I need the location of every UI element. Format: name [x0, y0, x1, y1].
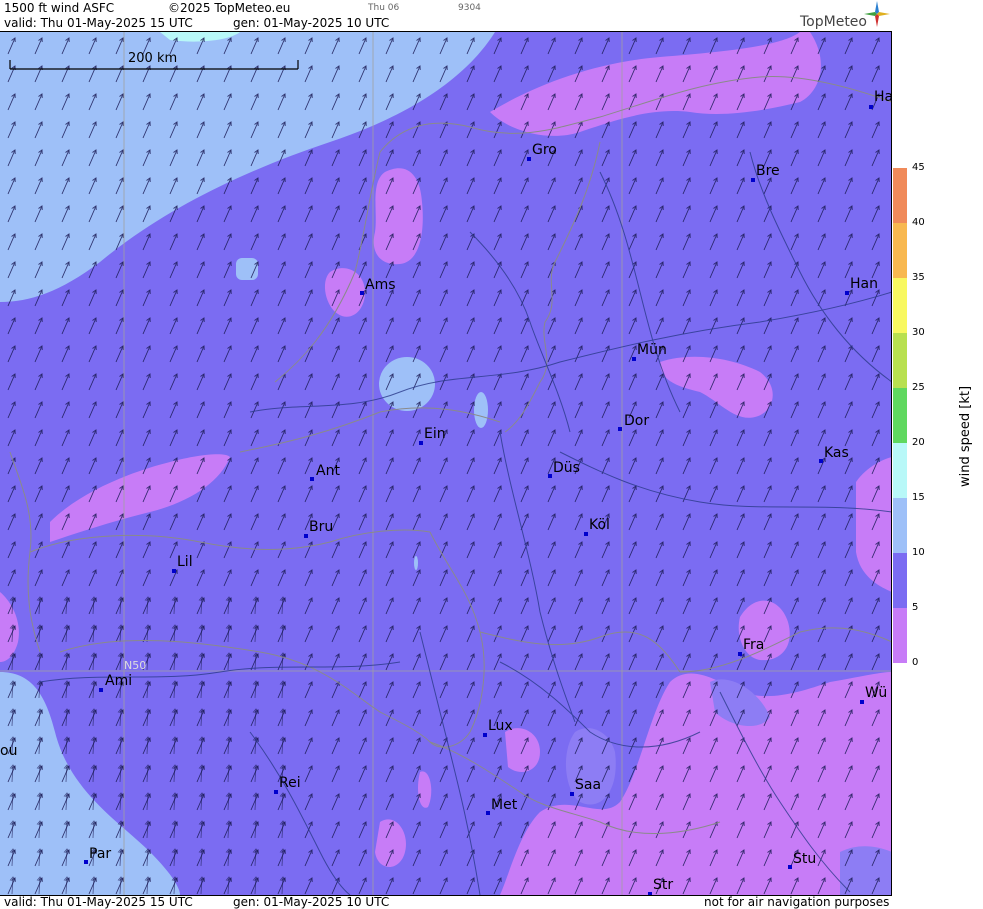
city-marker: [819, 459, 823, 463]
city-marker: [310, 477, 314, 481]
city-marker: [632, 357, 636, 361]
legend-band-25-30: [893, 333, 907, 388]
legend-band-35-40: [893, 223, 907, 278]
city-marker: [618, 427, 622, 431]
day-indicator: Thu 06: [368, 3, 400, 13]
city-marker: [860, 700, 864, 704]
legend-band-20-25: [893, 388, 907, 443]
city-label: Lil: [177, 554, 193, 570]
legend-tick: 0: [912, 657, 919, 668]
city-label: Ami: [105, 673, 133, 689]
legend-band-40-45: [893, 168, 907, 223]
code-indicator: 9304: [458, 3, 481, 13]
city-label: Lux: [488, 718, 513, 734]
city-marker: [751, 178, 755, 182]
wind-map[interactable]: 200 km N50 Gro Bre Ha Ams Han Mün Dor Ei…: [0, 32, 892, 895]
wind-field-svg: [0, 32, 891, 895]
city-label: Rei: [279, 775, 301, 791]
city-label: Dor: [624, 413, 650, 429]
legend-band-5-10: [893, 553, 907, 608]
city-marker: [570, 792, 574, 796]
gen-time: gen: 01-May-2025 10 UTC: [233, 16, 390, 30]
city-label: Met: [491, 797, 518, 813]
copyright: ©2025 TopMeteo.eu: [168, 1, 291, 15]
city-label: Köl: [589, 517, 610, 533]
city-label: Ant: [316, 463, 340, 479]
legend-tick: 35: [912, 272, 925, 283]
city-marker: [483, 733, 487, 737]
city-label: Ein: [424, 426, 446, 442]
city-marker: [869, 105, 873, 109]
city-label: Ams: [365, 277, 396, 293]
city-label: Par: [89, 846, 112, 862]
legend-band-10-15: [893, 498, 907, 553]
chart-title: 1500 ft wind ASFC: [4, 1, 115, 15]
footer-bar: valid: Thu 01-May-2025 15 UTC gen: 01-Ma…: [0, 895, 892, 909]
city-label: Fra: [743, 637, 765, 653]
legend-band-0-5: [893, 608, 907, 663]
city-label: ou: [0, 743, 18, 759]
legend-tick: 25: [912, 382, 925, 393]
city-marker: [788, 865, 792, 869]
city-marker: [548, 474, 552, 478]
compass-star-icon: [864, 1, 890, 27]
footer-disclaimer: not for air navigation purposes: [704, 895, 890, 909]
city-label: Str: [653, 877, 674, 893]
city-marker: [84, 860, 88, 864]
legend-title: wind speed [kt]: [958, 385, 973, 487]
legend-tick: 20: [912, 437, 925, 448]
scale-label: 200 km: [128, 51, 178, 66]
city-label: Düs: [553, 460, 580, 476]
legend-tick: 5: [912, 602, 919, 613]
city-label: Ha: [874, 89, 892, 105]
legend-tick: 30: [912, 327, 925, 338]
legend-tick: 10: [912, 547, 925, 558]
city-marker: [527, 157, 531, 161]
city-marker: [360, 291, 364, 295]
footer-valid-time: valid: Thu 01-May-2025 15 UTC: [4, 895, 193, 909]
legend-band-30-35: [893, 278, 907, 333]
valid-time: valid: Thu 01-May-2025 15 UTC: [4, 16, 193, 30]
legend-tick: 40: [912, 217, 925, 228]
city-marker: [584, 532, 588, 536]
city-label: Gro: [532, 142, 557, 158]
wind-speed-legend: [893, 168, 907, 663]
city-label: Bru: [309, 519, 334, 535]
brand-logo: TopMeteo: [800, 14, 867, 30]
city-marker: [738, 652, 742, 656]
city-label: Mün: [637, 342, 667, 358]
city-marker: [172, 569, 176, 573]
city-label: Kas: [824, 445, 849, 461]
legend-tick: 45: [912, 162, 925, 173]
city-label: Wü: [865, 685, 888, 701]
city-label: Saa: [575, 777, 602, 793]
city-marker: [419, 441, 423, 445]
footer-gen-time: gen: 01-May-2025 10 UTC: [233, 895, 390, 909]
city-label: Han: [850, 276, 878, 292]
grid-label-n50: N50: [124, 659, 147, 672]
city-label: Bre: [756, 163, 780, 179]
city-marker: [99, 688, 103, 692]
city-marker: [845, 291, 849, 295]
city-marker: [274, 790, 278, 794]
city-label: Stu: [793, 851, 817, 867]
city-marker: [304, 534, 308, 538]
header-bar: 1500 ft wind ASFC ©2025 TopMeteo.eu Thu …: [0, 0, 892, 32]
legend-band-15-20: [893, 443, 907, 498]
city-marker: [486, 811, 490, 815]
legend-tick: 15: [912, 492, 925, 503]
